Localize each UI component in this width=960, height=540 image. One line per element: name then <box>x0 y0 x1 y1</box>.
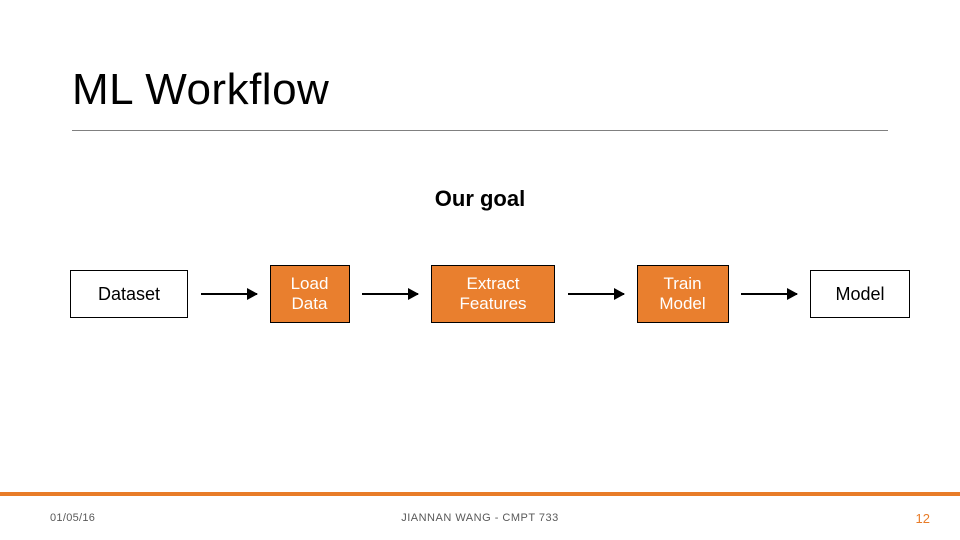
subtitle: Our goal <box>0 186 960 212</box>
slide: ML Workflow Our goal Dataset LoadData Ex… <box>0 0 960 540</box>
footer-author: JIANNAN WANG - CMPT 733 <box>0 512 960 524</box>
arrow-icon <box>568 293 624 295</box>
dataset-box: Dataset <box>70 270 188 318</box>
model-box: Model <box>810 270 910 318</box>
slide-title: ML Workflow <box>72 65 329 115</box>
train-model-box: TrainModel <box>637 265 729 323</box>
title-underline <box>72 130 888 131</box>
workflow-row: Dataset LoadData ExtractFeatures TrainMo… <box>70 265 910 323</box>
extract-features-box: ExtractFeatures <box>431 265 555 323</box>
arrow-icon <box>201 293 257 295</box>
arrow-icon <box>741 293 797 295</box>
footer-rule <box>0 492 960 496</box>
load-data-box: LoadData <box>270 265 350 323</box>
arrow-icon <box>362 293 418 295</box>
page-number: 12 <box>916 511 930 526</box>
